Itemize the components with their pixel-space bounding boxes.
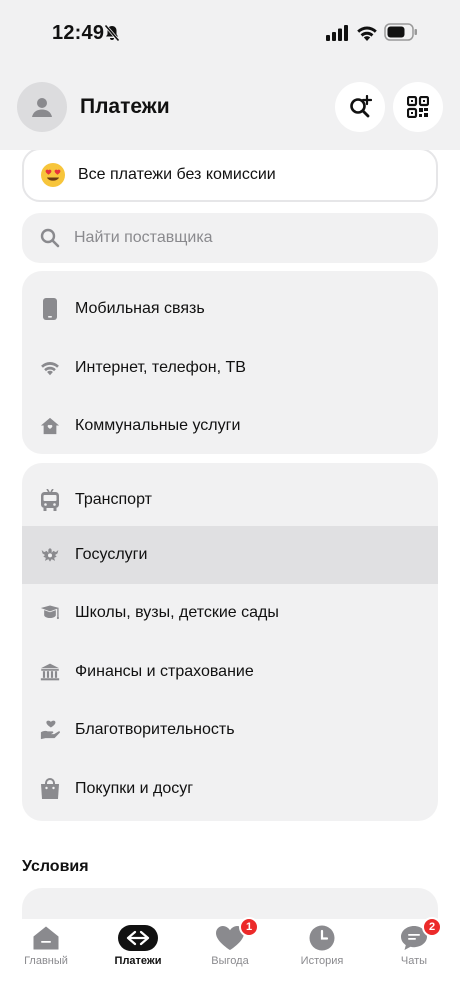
category-label: Покупки и досуг [75,779,194,797]
category-label: Финансы и страхование [75,662,254,680]
graduation-cap-icon [40,601,60,625]
tab-label: Выгода [211,955,249,967]
heart-eyes-emoji-icon [41,163,65,187]
bell-muted-icon [104,24,120,47]
category-group-services: Транспорт Госуслуги Школы, вузы, детские… [22,463,438,821]
provider-search[interactable] [22,213,438,263]
wifi-icon [356,24,378,46]
qr-code-icon [407,96,429,118]
tab-history[interactable]: История [276,919,368,999]
category-label: Школы, вузы, детские сады [75,604,279,622]
category-label: Транспорт [75,490,152,508]
header: Платежи [0,70,460,150]
qr-scan-button[interactable] [393,82,443,132]
conditions-title: Условия [22,858,89,875]
status-time: 12:49 [52,22,105,44]
home-icon [32,923,60,953]
tab-home[interactable]: Главный [0,919,92,999]
status-bar: 12:49 [0,0,460,70]
category-education[interactable]: Школы, вузы, детские сады [22,584,438,643]
clock-icon [309,923,335,953]
category-mobile[interactable]: Мобильная связь [22,271,438,339]
page-title: Платежи [80,95,170,118]
search-input[interactable] [74,229,394,247]
heart-icon: 1 [215,917,259,953]
tab-label: Платежи [114,955,162,967]
category-finance[interactable]: Финансы и страхование [22,643,438,702]
category-utilities[interactable]: Коммунальные услуги [22,397,438,454]
search-icon [40,228,60,248]
tab-label: Чаты [400,955,428,967]
bank-icon [40,660,60,684]
promo-text: Все платежи без комиссии [78,166,276,183]
category-label: Мобильная связь [75,300,205,318]
category-shopping[interactable]: Покупки и досуг [22,760,438,819]
tab-label: История [300,955,344,967]
category-label: Интернет, телефон, ТВ [75,358,246,376]
shopping-bag-icon [40,777,60,801]
tab-label: Главный [24,955,68,967]
cellular-signal-icon [326,25,350,46]
tab-bar: Главный Платежи 1 Выгода История 2 Чаты [0,917,460,999]
user-icon [32,98,52,117]
charity-icon [40,718,60,742]
avatar[interactable] [17,82,67,132]
category-transport[interactable]: Транспорт [22,463,438,526]
bus-icon [40,488,60,512]
payments-content[interactable]: Все платежи без комиссии Мобильная связь [0,150,460,919]
chats-badge: 2 [422,917,442,937]
search-plus-icon [350,95,372,118]
wifi-icon [40,356,60,380]
phone-icon [40,297,60,321]
category-label: Госуслуги [75,545,148,563]
promo-banner[interactable]: Все платежи без комиссии [22,150,438,202]
search-add-button[interactable] [335,82,385,132]
category-label: Коммунальные услуги [75,417,241,435]
category-internet[interactable]: Интернет, телефон, ТВ [22,339,438,398]
home-icon [40,414,60,438]
category-charity[interactable]: Благотворительность [22,701,438,760]
tab-benefits[interactable]: 1 Выгода [184,917,276,999]
battery-icon [384,23,418,46]
category-group-utilities: Мобильная связь Интернет, телефон, ТВ Ко… [22,271,438,454]
category-gosuslugi[interactable]: Госуслуги [22,525,438,584]
tab-payments[interactable]: Платежи [92,919,184,999]
conditions-card[interactable] [22,888,438,919]
chat-icon: 2 [400,917,442,953]
transfer-arrows-icon [118,923,158,953]
emblem-icon [40,543,60,567]
benefits-badge: 1 [239,917,259,937]
category-label: Благотворительность [75,721,235,739]
tab-chats[interactable]: 2 Чаты [368,917,460,999]
